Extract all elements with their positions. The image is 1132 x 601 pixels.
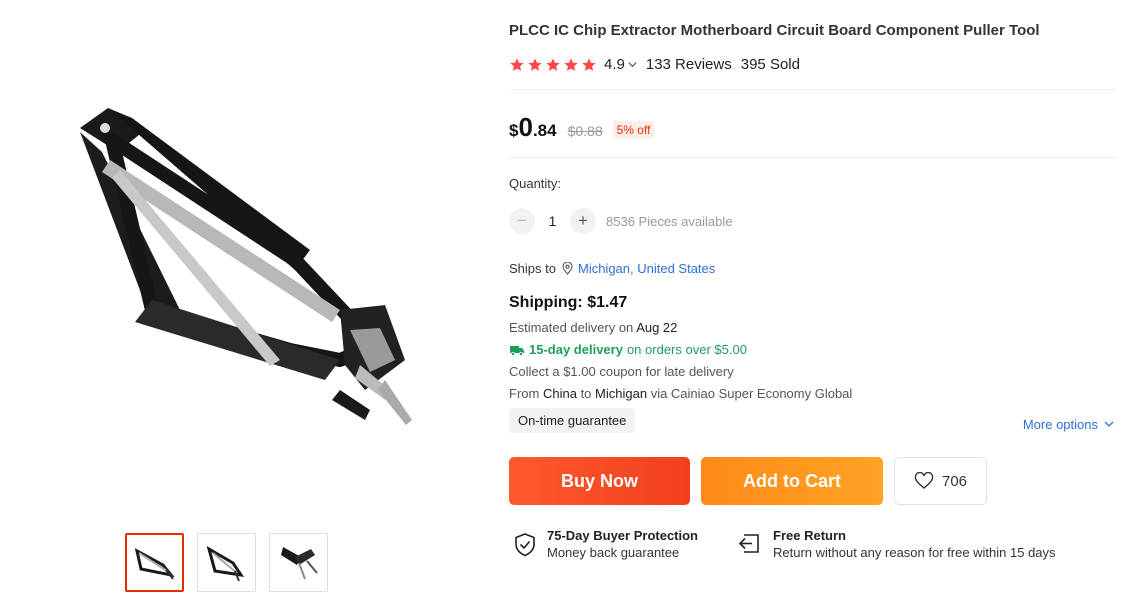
rating-row: 4.9 133 Reviews 395 Sold (509, 56, 800, 73)
price-integer: 0 (518, 112, 533, 142)
more-options-link[interactable]: More options (1023, 417, 1114, 432)
coupon-text: Collect a $1.00 coupon for late delivery (509, 364, 734, 379)
star-icon (510, 57, 524, 71)
protection-title: 75-Day Buyer Protection (547, 528, 698, 543)
estimated-label: Estimated delivery on (509, 320, 634, 335)
thumbnail-image (280, 546, 318, 579)
product-main-image[interactable] (40, 60, 460, 480)
fast-delivery-condition: on orders over $5.00 (626, 342, 747, 357)
quantity-stepper: − 1 + 8536 Pieces available (509, 208, 732, 234)
price-currency: $ (509, 121, 519, 140)
ships-to-label: Ships to (509, 261, 556, 276)
rating-stars (509, 57, 597, 73)
quantity-label: Quantity: (509, 176, 562, 191)
quantity-input[interactable]: 1 (535, 213, 570, 229)
fast-delivery-row: 15-day delivery on orders over $5.00 (509, 342, 747, 357)
shield-check-icon (515, 533, 535, 557)
thumbnail-3[interactable] (269, 533, 328, 592)
reviews-link[interactable]: 133 Reviews (646, 56, 732, 73)
rating-value[interactable]: 4.9 (604, 56, 625, 73)
wishlist-count: 706 (941, 472, 968, 490)
origin-country: China (542, 386, 577, 401)
divider (509, 89, 1116, 90)
carrier: via Cainiao Super Economy Global (650, 386, 853, 401)
to-label: to (580, 386, 592, 401)
thumbnail-2[interactable] (197, 533, 256, 592)
ship-location-link[interactable]: Michigan, United States (578, 261, 715, 276)
chevron-down-icon[interactable] (628, 60, 637, 69)
shipping-route: From China to Michigan via Cainiao Super… (509, 386, 852, 401)
protection-subtitle: Money back guarantee (547, 545, 680, 560)
heart-icon (914, 472, 934, 489)
star-icon (528, 57, 542, 71)
location-pin-icon (562, 262, 573, 275)
free-return: Free Return Return without any reason fo… (737, 527, 1056, 561)
star-icon (546, 57, 560, 71)
product-title: PLCC IC Chip Extractor Motherboard Circu… (509, 22, 1040, 39)
buyer-protection: 75-Day Buyer Protection Money back guara… (513, 527, 698, 561)
star-icon (582, 57, 596, 71)
destination: Michigan (595, 386, 648, 401)
return-subtitle: Return without any reason for free withi… (773, 545, 1056, 560)
chevron-down-icon (1104, 421, 1114, 427)
add-to-cart-button[interactable]: Add to Cart (701, 457, 883, 505)
thumbnail-strip (125, 533, 328, 592)
from-label: From (509, 386, 540, 401)
original-price: $0.88 (567, 123, 603, 139)
divider (509, 157, 1116, 158)
more-options-label: More options (1022, 417, 1098, 432)
ships-to-row: Ships to Michigan, United States (509, 261, 715, 276)
thumbnail-image (206, 545, 244, 581)
thumbnail-image (134, 547, 175, 580)
return-icon (738, 534, 759, 553)
on-time-guarantee-badge[interactable]: On-time guarantee (509, 408, 636, 433)
quantity-increase-button[interactable]: + (570, 208, 596, 234)
pieces-available: 8536 Pieces available (606, 213, 733, 229)
price-decimal: .84 (532, 121, 557, 140)
discount-badge: 5% off (612, 121, 655, 139)
price-row: $ 0 .84 $0.88 5% off (509, 112, 655, 143)
sold-count: 395 Sold (740, 56, 800, 73)
chip-extractor-image (80, 108, 412, 425)
estimated-date: Aug 22 (636, 320, 678, 335)
star-icon (564, 57, 578, 71)
wishlist-button[interactable]: 706 (894, 457, 987, 505)
thumbnail-1[interactable] (125, 533, 184, 592)
return-title: Free Return (773, 528, 846, 543)
delivery-truck-icon (510, 345, 524, 356)
quantity-decrease-button[interactable]: − (509, 208, 535, 234)
shipping-price: Shipping: $1.47 (509, 294, 628, 311)
estimated-delivery: Estimated delivery on Aug 22 (509, 320, 677, 335)
fast-delivery-label: 15-day delivery (529, 342, 623, 357)
buy-now-button[interactable]: Buy Now (509, 457, 690, 505)
action-buttons: Buy Now Add to Cart 706 (509, 457, 987, 505)
